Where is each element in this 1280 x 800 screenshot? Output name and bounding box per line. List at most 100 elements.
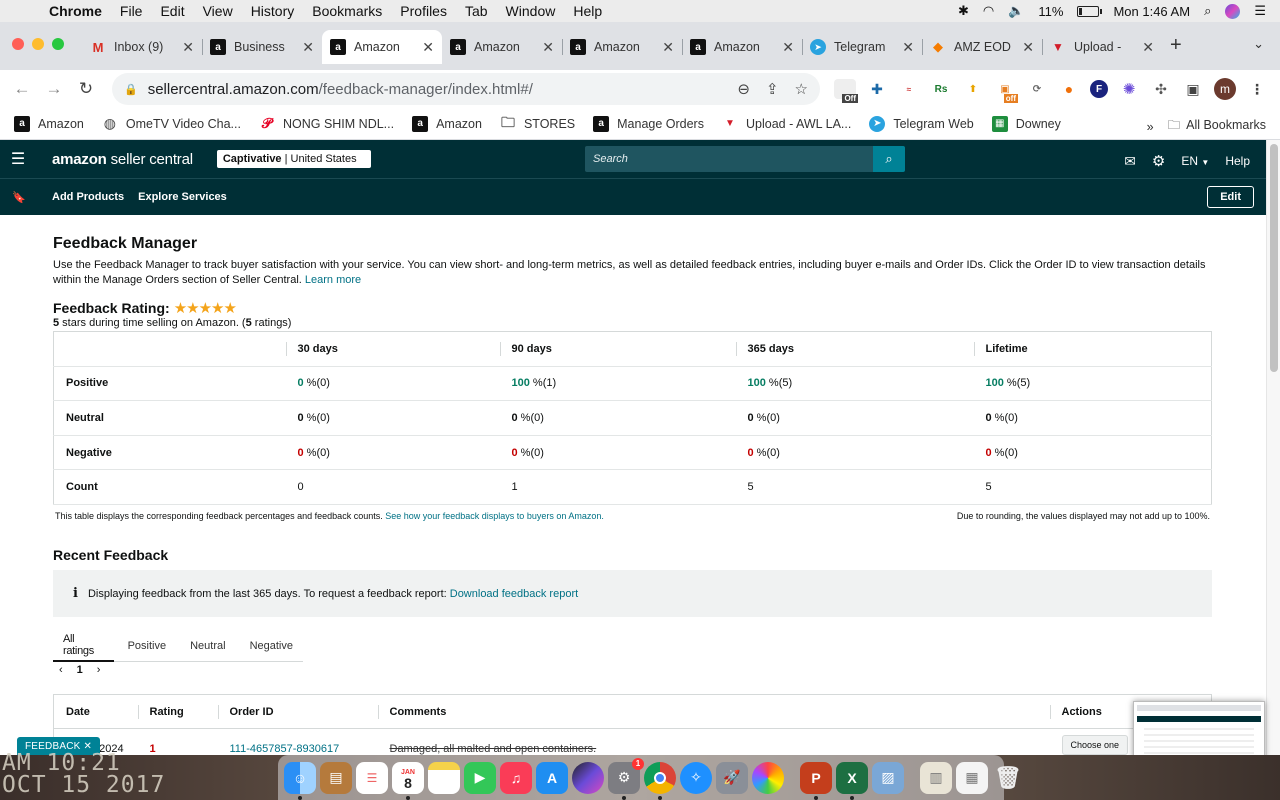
menu-view[interactable]: View bbox=[194, 3, 242, 19]
tab-amazon[interactable]: a Amazon ✕ bbox=[442, 30, 562, 64]
account-switcher[interactable]: Captivative | United States bbox=[216, 150, 371, 168]
app-store-icon[interactable]: A bbox=[536, 761, 568, 794]
menu-window[interactable]: Window bbox=[497, 3, 565, 19]
menu-edit[interactable]: Edit bbox=[151, 3, 193, 19]
menu-history[interactable]: History bbox=[242, 3, 304, 19]
reminders-icon[interactable]: ☰ bbox=[356, 761, 388, 794]
close-tab-icon[interactable]: ✕ bbox=[662, 39, 674, 56]
extension-link-icon[interactable]: ⟳ bbox=[1026, 79, 1048, 99]
tab-upload[interactable]: ▼ Upload - ✕ bbox=[1042, 30, 1162, 64]
edit-nav-button[interactable]: Edit bbox=[1207, 186, 1254, 208]
battery-percent[interactable]: 11% bbox=[1038, 4, 1063, 19]
tab-amz-eod[interactable]: ◆ AMZ EOD ✕ bbox=[922, 30, 1042, 64]
new-tab-icon[interactable]: + bbox=[1170, 34, 1182, 57]
help-link[interactable]: Help bbox=[1225, 154, 1250, 168]
extension-purple-icon[interactable]: ✺ bbox=[1118, 79, 1140, 99]
close-tab-icon[interactable]: ✕ bbox=[1142, 39, 1154, 56]
tab-business[interactable]: a Business ✕ bbox=[202, 30, 322, 64]
calendar-icon[interactable]: JAN 8 bbox=[392, 761, 424, 800]
safari-icon[interactable]: ✧ bbox=[680, 761, 712, 794]
zoom-icon[interactable]: ⊖ bbox=[737, 80, 750, 98]
extension-yellow-icon[interactable]: ⬆ bbox=[962, 79, 984, 99]
finder-icon[interactable]: ☺ bbox=[284, 761, 316, 800]
language-selector[interactable]: EN ▼ bbox=[1181, 154, 1209, 168]
tab-positive[interactable]: Positive bbox=[118, 630, 177, 662]
close-tab-icon[interactable]: ✕ bbox=[422, 39, 434, 56]
choose-action-dropdown[interactable]: Choose one bbox=[1061, 734, 1129, 755]
bookmark-ometv[interactable]: ◍ OmeTV Video Cha... bbox=[102, 115, 241, 132]
preview-icon[interactable]: ▨ bbox=[872, 761, 904, 794]
siri-icon[interactable] bbox=[1225, 3, 1241, 19]
download-report-link[interactable]: Download feedback report bbox=[450, 588, 578, 600]
menu-tab[interactable]: Tab bbox=[456, 3, 497, 19]
facetime-icon[interactable]: ▶ bbox=[464, 761, 496, 794]
buyer-display-link[interactable]: See how your feedback displays to buyers… bbox=[385, 511, 604, 521]
extension-off2-icon[interactable]: ▣ off bbox=[994, 79, 1018, 103]
tab-all-ratings[interactable]: All ratings bbox=[53, 630, 114, 662]
launchpad-icon[interactable]: 🚀 bbox=[716, 761, 748, 794]
minimize-window-button[interactable] bbox=[32, 38, 44, 50]
order-id-link[interactable]: 111-4657857-8930617 bbox=[218, 729, 378, 755]
bookmark-telegram-web[interactable]: ➤ Telegram Web bbox=[869, 115, 974, 132]
forward-icon[interactable]: → bbox=[38, 79, 70, 99]
trash-icon[interactable]: 🗑 bbox=[992, 762, 1024, 794]
extension-blue-icon[interactable]: ✚ bbox=[866, 79, 888, 99]
chrome-icon[interactable] bbox=[644, 761, 676, 800]
bookmark-icon[interactable]: 🔖 bbox=[0, 191, 38, 204]
close-tab-icon[interactable]: ✕ bbox=[302, 39, 314, 56]
bookmark-upload-awl[interactable]: ▼ Upload - AWL LA... bbox=[722, 116, 851, 132]
wifi-icon[interactable]: ◠ bbox=[983, 3, 994, 19]
side-panel-icon[interactable]: ▣ bbox=[1182, 79, 1204, 99]
spotlight-search-icon[interactable]: ⌕ bbox=[1204, 3, 1211, 19]
extension-orange-icon[interactable]: ● bbox=[1058, 79, 1080, 99]
chevron-down-icon[interactable]: ⌄ bbox=[1253, 36, 1264, 52]
tab-inbox[interactable]: M Inbox (9) ✕ bbox=[82, 30, 202, 64]
close-tab-icon[interactable]: ✕ bbox=[1022, 39, 1034, 56]
menubar-clock[interactable]: Mon 1:46 AM bbox=[1113, 4, 1190, 19]
learn-more-link[interactable]: Learn more bbox=[305, 274, 361, 286]
powerpoint-icon[interactable]: P bbox=[800, 761, 832, 800]
bookmark-amazon-2[interactable]: a Amazon bbox=[412, 115, 482, 132]
hamburger-menu-icon[interactable]: ☰ bbox=[0, 149, 36, 169]
tab-neutral[interactable]: Neutral bbox=[180, 630, 235, 662]
scrollbar-thumb[interactable] bbox=[1270, 144, 1278, 372]
back-icon[interactable]: ← bbox=[6, 79, 38, 99]
menu-profiles[interactable]: Profiles bbox=[391, 3, 456, 19]
search-input[interactable]: Search bbox=[585, 146, 873, 172]
bluetooth-icon[interactable]: ✱ bbox=[958, 3, 969, 19]
extension-rs-icon[interactable]: Rs bbox=[930, 79, 952, 99]
close-tab-icon[interactable]: ✕ bbox=[542, 39, 554, 56]
kebab-menu-icon[interactable]: ⋮ bbox=[1246, 79, 1268, 99]
address-bar[interactable]: 🔒 sellercentral.amazon.com/feedback-mana… bbox=[112, 73, 820, 105]
close-tab-icon[interactable]: ✕ bbox=[782, 39, 794, 56]
add-products-link[interactable]: Add Products bbox=[52, 191, 124, 203]
document-stack-icon[interactable]: ▥ bbox=[920, 761, 952, 794]
gear-icon[interactable]: ⚙ bbox=[1152, 152, 1165, 170]
tab-negative[interactable]: Negative bbox=[240, 630, 303, 662]
zoom-window-button[interactable] bbox=[52, 38, 64, 50]
mail-icon[interactable]: ✉ bbox=[1124, 153, 1136, 170]
tab-amazon[interactable]: a Amazon ✕ bbox=[682, 30, 802, 64]
chevron-right-icon[interactable]: › bbox=[97, 664, 101, 676]
share-icon[interactable]: ⇪ bbox=[766, 80, 779, 98]
tab-amazon-active[interactable]: a Amazon ✕ bbox=[322, 30, 442, 64]
extension-sale-icon[interactable]: ≈ bbox=[898, 79, 920, 99]
bookmark-nong-shim[interactable]: 𝒫 NONG SHIM NDL... bbox=[259, 115, 394, 132]
bookmark-downey[interactable]: ▦ Downey bbox=[991, 115, 1061, 132]
puzzle-icon[interactable]: ✣ bbox=[1150, 79, 1172, 99]
notes-brown-icon[interactable]: ▤ bbox=[320, 761, 352, 794]
battery-icon[interactable] bbox=[1077, 5, 1103, 17]
tab-telegram[interactable]: ➤ Telegram ✕ bbox=[802, 30, 922, 64]
screenshot-stack-icon[interactable]: ▦ bbox=[956, 761, 988, 794]
bookmark-star-icon[interactable]: ☆ bbox=[795, 80, 808, 98]
siri-dock-icon[interactable] bbox=[572, 761, 604, 794]
system-preferences-icon[interactable]: ⚙ 1 bbox=[608, 757, 644, 800]
menu-help[interactable]: Help bbox=[564, 3, 611, 19]
bookmark-stores-folder[interactable]: 🗀 STORES bbox=[500, 114, 575, 132]
close-window-button[interactable] bbox=[12, 38, 24, 50]
extension-f-icon[interactable]: F bbox=[1090, 80, 1108, 98]
volume-icon[interactable]: 🔈 bbox=[1008, 3, 1024, 19]
bookmark-manage-orders[interactable]: a Manage Orders bbox=[593, 115, 704, 132]
current-page[interactable]: 1 bbox=[77, 664, 83, 676]
page-scrollbar[interactable] bbox=[1266, 140, 1280, 755]
